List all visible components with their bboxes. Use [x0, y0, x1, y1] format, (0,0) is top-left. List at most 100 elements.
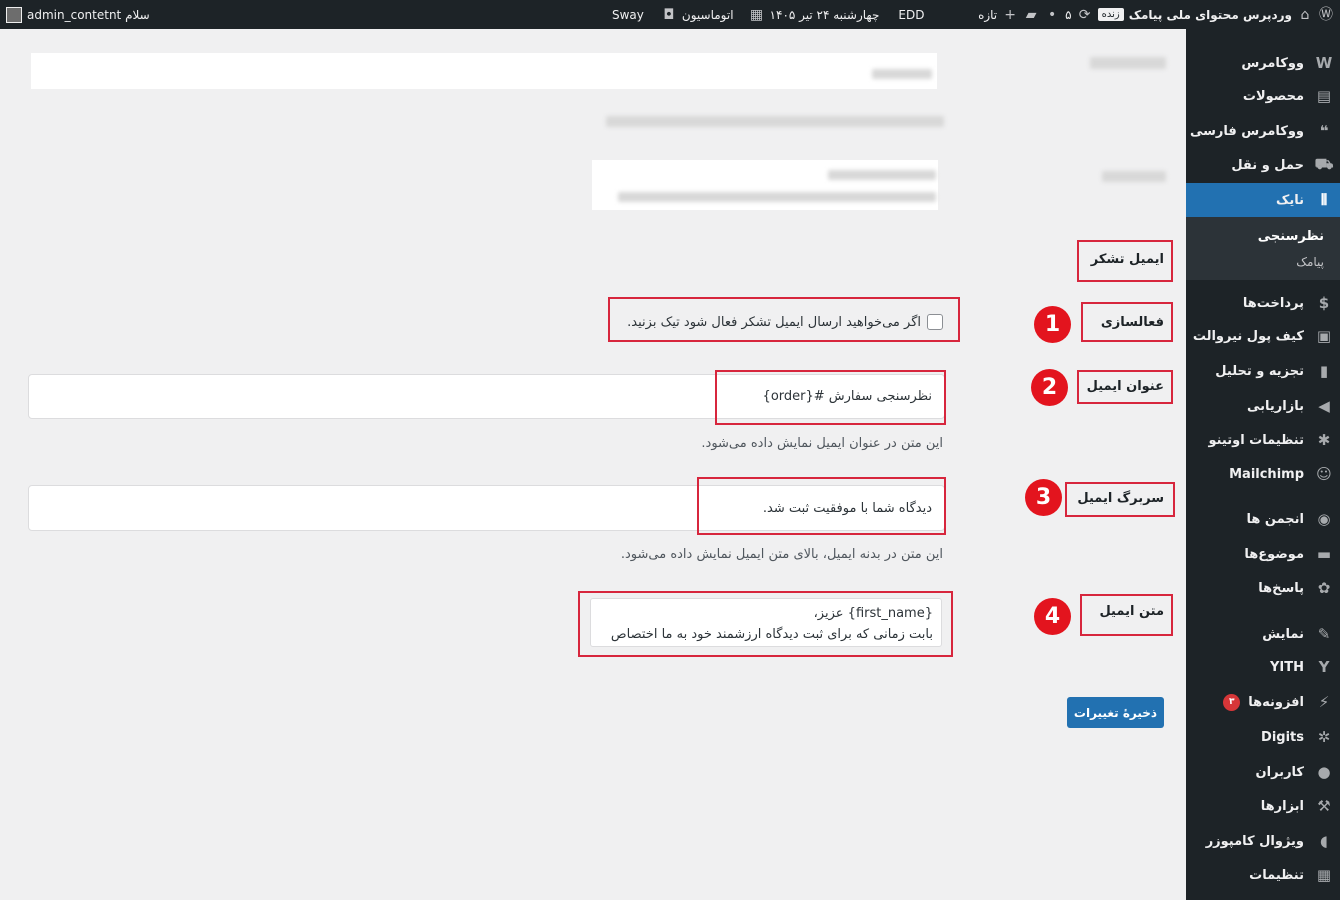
sidebar-item-nike[interactable]: نایک ⦀: [1178, 183, 1340, 217]
sidebar-item-label: پرداخت‌ها: [1242, 295, 1304, 311]
sidebar-item-settings[interactable]: تنظیمات ▦: [1186, 858, 1340, 892]
admin-bar-right: Ⓦ ⌂ وردپرس محتوای ملی پیامک زنده ⟳ ۵ • ▰…: [978, 0, 1334, 29]
sidebar-item-label: ابزارها: [1260, 798, 1304, 814]
automation-link[interactable]: اتوماسیون: [682, 8, 734, 22]
highlight-body-textarea: [578, 591, 953, 657]
sidebar-item-label: موضوع‌ها: [1244, 546, 1304, 562]
admin-sidebar: ووکامرس W محصولات ▤ ووکامرس فارسی ❝ حمل و نقل ⛟…: [1178, 29, 1340, 900]
sway-link[interactable]: Sway: [612, 8, 644, 22]
sidebar-item-products[interactable]: محصولات ▤: [1186, 79, 1340, 113]
sidebar-item-users[interactable]: کاربران ●: [1186, 755, 1340, 789]
composer-icon: ◖: [1320, 832, 1328, 850]
wallet-icon: ▣: [1316, 327, 1332, 345]
annotation-badge-4: 4: [1034, 598, 1071, 635]
sidebar-item-mailchimp[interactable]: Mailchimp ☺: [1186, 457, 1340, 491]
blurred-description: [606, 116, 944, 127]
settings-icon: ▦: [1316, 866, 1332, 884]
wordpress-logo-icon[interactable]: Ⓦ: [1318, 7, 1334, 23]
sidebar-item-label: کاربران: [1255, 764, 1304, 780]
sidebar-item-label: نایک: [1276, 192, 1304, 208]
sidebar-item-tools[interactable]: ابزارها ⚒: [1186, 789, 1340, 823]
sidebar-item-label: محصولات: [1242, 88, 1304, 104]
subject-description: این متن در عنوان ایمیل نمایش داده می‌شود…: [701, 436, 943, 451]
highlight-subject-input: [715, 370, 946, 425]
nike-submenu: نظرسنجی پیامک: [1186, 217, 1340, 280]
plugins-icon: ⚡: [1318, 693, 1330, 711]
sidebar-item-label: تنظیمات: [1249, 867, 1304, 883]
blurred-text: [828, 170, 936, 180]
sidebar-item-label: تنظیمات اوتینو: [1208, 432, 1304, 448]
sidebar-item-label: نمایش: [1262, 626, 1304, 642]
sidebar-item-label: انجمن ها: [1246, 511, 1304, 527]
sidebar-item-persian-woo[interactable]: ووکامرس فارسی ❝: [1186, 114, 1340, 148]
sidebar-item-composer[interactable]: ویژوال کامپوزر ◖: [1186, 824, 1340, 858]
yith-icon: Y: [1318, 658, 1330, 676]
highlight-header-input: [697, 477, 946, 535]
plus-icon[interactable]: +: [1002, 7, 1018, 23]
greeting-text[interactable]: سلام admin_contetnt: [27, 8, 150, 22]
sidebar-item-payments[interactable]: پرداخت‌ها $: [1186, 286, 1340, 320]
sidebar-item-plugins[interactable]: ۳ افزونه‌ها ⚡: [1186, 685, 1340, 719]
sidebar-item-woocommerce[interactable]: ووکامرس W: [1186, 46, 1340, 80]
blurred-text: [872, 69, 932, 79]
header-description: این متن در بدنه ایمیل، بالای متن ایمیل ن…: [620, 547, 943, 562]
updates-icon[interactable]: ⟳: [1077, 7, 1093, 23]
new-content-link[interactable]: تازه: [978, 8, 997, 22]
submenu-item-survey[interactable]: نظرسنجی: [1186, 223, 1340, 249]
replies-icon: ✿: [1317, 579, 1331, 597]
woocommerce-icon: W: [1315, 54, 1333, 72]
sidebar-item-digits[interactable]: Digits ✲: [1186, 720, 1340, 754]
sidebar-item-appearance[interactable]: نمایش ✎: [1186, 617, 1340, 651]
blurred-text: [618, 192, 936, 202]
admin-bar-left[interactable]: سلام admin_contetnt: [6, 0, 150, 29]
body-label: متن ایمیل: [1099, 604, 1164, 619]
nike-icon: ⦀: [1320, 191, 1328, 209]
sidebar-item-label: YITH: [1270, 659, 1304, 675]
activation-checkbox[interactable]: [927, 314, 943, 330]
site-name-link[interactable]: وردپرس محتوای ملی پیامک: [1129, 8, 1292, 22]
comments-icon[interactable]: ▰: [1023, 7, 1039, 23]
annotation-badge-2: 2: [1031, 369, 1068, 406]
sidebar-item-label: حمل و نقل: [1231, 157, 1304, 173]
sidebar-item-label: ووکامرس: [1241, 55, 1304, 71]
updates-count[interactable]: ۵: [1065, 8, 1071, 22]
truck-icon: ⛟: [1314, 155, 1334, 173]
date-display: چهارشنبه ۲۴ تیر ۱۴۰۵: [769, 7, 880, 22]
sidebar-item-label: Mailchimp: [1229, 466, 1304, 482]
admin-bar: Ⓦ ⌂ وردپرس محتوای ملی پیامک زنده ⟳ ۵ • ▰…: [0, 0, 1340, 29]
activation-checkbox-text[interactable]: اگر می‌خواهید ارسال ایمیل تشکر فعال شود …: [627, 315, 921, 330]
appearance-icon: ✎: [1317, 625, 1331, 643]
activation-label: فعالسازی: [1100, 315, 1164, 330]
activation-checkbox-row[interactable]: اگر می‌خواهید ارسال ایمیل تشکر فعال شود …: [619, 314, 943, 330]
section-title: ایمیل تشکر: [1090, 252, 1164, 267]
sidebar-item-asterisk[interactable]: تنظیمات اوتینو ✱: [1186, 423, 1340, 457]
sidebar-item-topics[interactable]: موضوع‌ها ▬: [1186, 537, 1340, 571]
annotation-badge-1: 1: [1034, 306, 1071, 343]
admin-bar-middle: EDD چهارشنبه ۲۴ تیر ۱۴۰۵ ▦ اتوماسیون ◘ S…: [612, 0, 924, 29]
submenu-item-sms[interactable]: پیامک: [1186, 249, 1340, 275]
home-icon[interactable]: ⌂: [1297, 7, 1313, 23]
payments-icon: $: [1318, 294, 1330, 312]
sidebar-item-label: ویژوال کامپوزر: [1205, 833, 1304, 849]
users-icon: ●: [1317, 763, 1331, 781]
live-badge: زنده: [1097, 8, 1124, 21]
sidebar-item-label: افزونه‌ها: [1248, 694, 1304, 710]
sidebar-item-label: پاسخ‌ها: [1258, 580, 1304, 596]
asterisk-icon: ✱: [1317, 431, 1331, 449]
avatar[interactable]: [6, 6, 22, 23]
dot-icon: •: [1048, 6, 1057, 23]
save-changes-button[interactable]: ذخیرهٔ تغییرات: [1067, 697, 1164, 728]
sidebar-item-replies[interactable]: پاسخ‌ها ✿: [1186, 571, 1340, 605]
sidebar-item-megaphone[interactable]: بازاریابی ◀: [1186, 389, 1340, 423]
sidebar-item-forums[interactable]: انجمن ها ◉: [1186, 502, 1340, 536]
blurred-label: [1102, 171, 1166, 182]
sidebar-item-truck[interactable]: حمل و نقل ⛟: [1186, 148, 1340, 182]
plugins-update-badge: ۳: [1223, 693, 1241, 711]
sidebar-item-yith[interactable]: YITH Y: [1186, 650, 1340, 684]
mailchimp-icon: ☺: [1316, 465, 1332, 483]
edd-link[interactable]: EDD: [898, 8, 924, 22]
sidebar-item-analytics[interactable]: تجزیه و تحلیل ▮: [1186, 354, 1340, 388]
header-label: سربرگ ایمیل: [1077, 491, 1164, 506]
tools-icon: ⚒: [1317, 797, 1331, 815]
sidebar-item-wallet[interactable]: کیف پول نیروالت ▣: [1186, 319, 1340, 353]
